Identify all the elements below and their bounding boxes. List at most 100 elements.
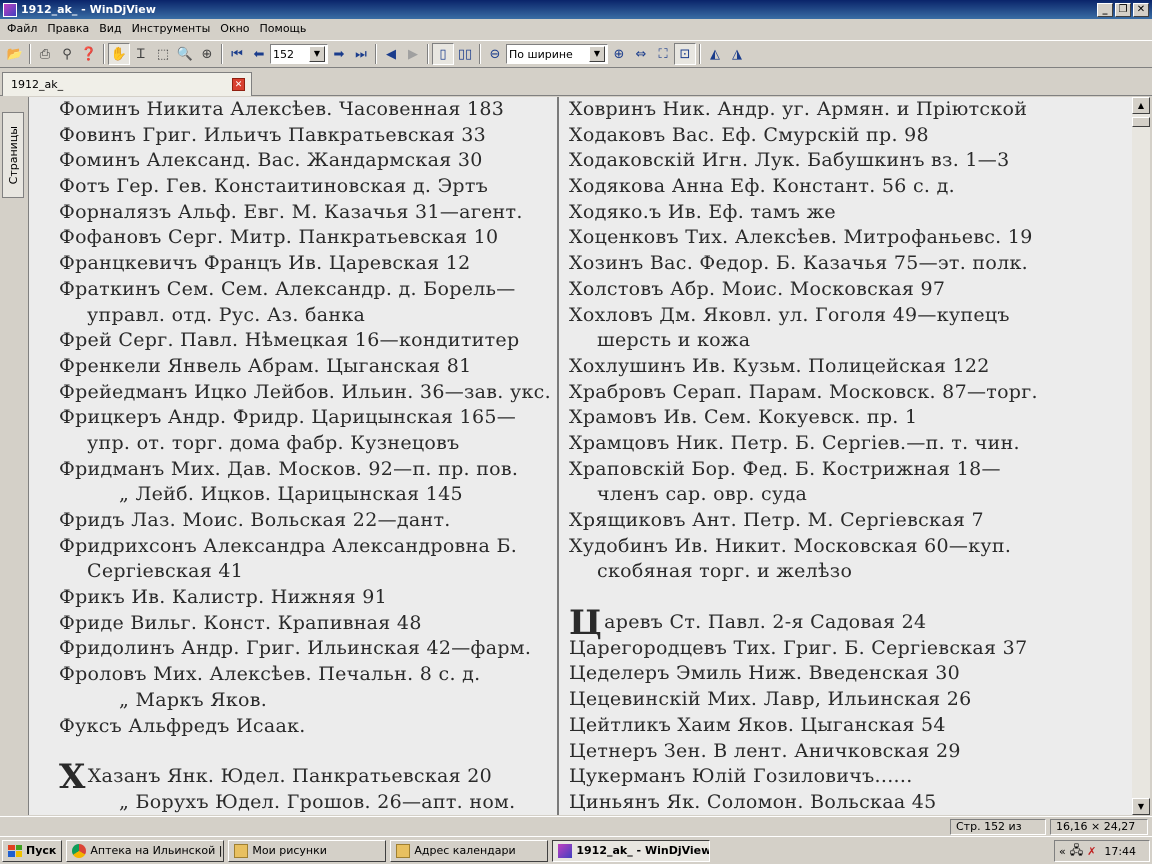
status-bar: Стр. 152 из 166 16,16 × 24,27 см [0, 816, 1152, 847]
rect-select-icon[interactable]: ⬚ [152, 43, 174, 65]
clock: 17:44 [1104, 844, 1137, 858]
print-icon[interactable]: ⎙ [34, 43, 56, 65]
fit-page-icon[interactable]: ⛶ [652, 43, 674, 65]
zoom-combo[interactable]: ▼ [506, 44, 608, 64]
directory-entry-line: Фовинъ Григ. Ильичъ Павкратьевская 33 [59, 123, 559, 149]
zoom-rect-icon[interactable]: 🔍 [174, 43, 196, 65]
facing-pages-icon[interactable]: ▯▯ [454, 43, 476, 65]
directory-entry-line: Холстовъ Абр. Моис. Московская 97 [569, 277, 1089, 303]
toolbar-separator [29, 44, 31, 64]
tray-expand-icon[interactable]: « [1059, 845, 1066, 858]
menu-edit[interactable]: Правка [42, 22, 94, 35]
entry-text: Фраткинъ Сем. Сем. Александр. д. Борель— [59, 277, 516, 300]
info-icon[interactable]: ❓ [78, 43, 100, 65]
document-view[interactable]: Фоминъ Никита Алексѣев. Часовенная 183 Фо… [28, 97, 1132, 815]
start-button[interactable]: Пуск [2, 839, 63, 862]
hand-tool-icon[interactable]: ✋ [108, 43, 130, 65]
directory-entry-line: Х Хазанъ Янк. Юдел. Панкратьевская 20 [59, 760, 559, 794]
document-tabs: 1912_ak_ ✕ [0, 70, 1152, 96]
folder-icon [234, 843, 249, 858]
windjview-app-icon [558, 843, 573, 858]
menu-help[interactable]: Помощь [255, 22, 312, 35]
close-button[interactable]: ✕ [1133, 2, 1149, 17]
directory-entry-line: Фрицкеръ Андр. Фридр. Царицынская 165— [59, 405, 559, 431]
directory-entry-line: управл. отд. Рус. Аз. банка [59, 303, 559, 329]
page-column-left: Фоминъ Никита Алексѣев. Часовенная 183 Фо… [59, 97, 559, 815]
network-icon[interactable]: 🖧 [1070, 841, 1083, 862]
start-label: Пуск [26, 844, 57, 857]
page-number-input[interactable] [271, 46, 309, 62]
taskbar-button-address[interactable]: Адрес календари [390, 839, 549, 862]
fit-width-icon[interactable]: ⇔ [630, 43, 652, 65]
directory-entry-line: Фраткинъ Сем. Сем. Александр. д. Борель— [59, 277, 559, 303]
pages-panel-tab[interactable]: Страницы [2, 112, 24, 198]
directory-entry-line: Ховринъ Ник. Андр. уг. Армян. и Пріютско… [569, 97, 1089, 123]
prev-page-icon[interactable]: ⬅ [248, 43, 270, 65]
menu-window[interactable]: Окно [215, 22, 254, 35]
actual-size-icon[interactable]: ⊡ [674, 43, 696, 65]
windjview-app-icon [3, 2, 17, 17]
directory-entry-line: Фридманъ Мих. Дав. Москов. 92—п. пр. пов… [59, 457, 559, 483]
taskbar-button-pictures[interactable]: Мои рисунки [228, 839, 387, 862]
taskbar-button-windjview[interactable]: 1912_ak_ - WinDjView [552, 839, 711, 862]
tab-document[interactable]: 1912_ak_ ✕ [2, 72, 252, 96]
find-binoculars-icon[interactable]: ⚲ [56, 43, 78, 65]
page-number-combo[interactable]: ▼ [270, 44, 328, 64]
taskbar-button-label: Аптека на Ильинской | ... [90, 844, 225, 857]
directory-entry-line: Худобинъ Ив. Никит. Московская 60—куп. [569, 534, 1089, 560]
directory-entry-line: Хохловъ Дм. Яковл. ул. Гоголя 49—купецъ [569, 303, 1089, 329]
vertical-scrollbar[interactable]: ▲ ▼ [1132, 97, 1150, 815]
restore-button[interactable]: ❐ [1115, 2, 1131, 17]
entry-text: Фрейедманъ Ицко Лейбов. Ильин. 36—зав. у… [59, 380, 551, 403]
menu-file[interactable]: Файл [2, 22, 42, 35]
entry-text: Фрицкеръ Андр. Фридр. Царицынская 165— [59, 406, 517, 429]
entry-text: Фрей Серг. Павл. Нѣмецкая 16—кондититер [59, 329, 520, 352]
last-page-icon[interactable]: ⏭ [350, 43, 372, 65]
open-folder-icon[interactable]: 📂 [4, 43, 26, 65]
first-page-icon[interactable]: ⏮ [226, 43, 248, 65]
entry-text: Холстовъ Абр. Моис. Московская 97 [569, 277, 946, 300]
entry-text: Фофановъ Серг. Митр. Панкратьевская 10 [59, 226, 499, 249]
scroll-up-icon[interactable]: ▲ [1132, 97, 1150, 114]
scroll-down-icon[interactable]: ▼ [1132, 798, 1150, 815]
scroll-thumb[interactable] [1132, 117, 1150, 127]
tab-close-icon[interactable]: ✕ [232, 78, 245, 91]
back-icon[interactable]: ◀ [380, 43, 402, 65]
directory-entry-line: Циньянъ Як. Соломон. Вольскаа 45 [569, 790, 1089, 815]
zoom-in-icon[interactable]: ⊕ [608, 43, 630, 65]
directory-entry-line: Цукерманъ Юлій Гозиловичъ...... [569, 764, 1089, 790]
forward-icon[interactable]: ▶ [402, 43, 424, 65]
chevron-down-icon[interactable]: ▼ [589, 46, 605, 62]
taskbar-button-label: Адрес календари [414, 844, 516, 857]
menu-tools[interactable]: Инструменты [127, 22, 216, 35]
taskbar-button-browser[interactable]: Аптека на Ильинской | ... [66, 839, 225, 862]
directory-entry-line: Царевъ Ст. Павл. 2-я Садовая 24 [569, 606, 1089, 640]
directory-entry-line: Фроловъ Мих. Алексѣев. Печальн. 8 с. д. [59, 662, 559, 688]
directory-entry-line: Хозинъ Вас. Федор. Б. Казачья 75—эт. пол… [569, 251, 1089, 277]
directory-entry-line: Ходаковъ Вас. Еф. Смурскій пр. 98 [569, 123, 1089, 149]
entry-text: Цейтликъ Хаим Яков. Цыганская 54 [569, 713, 946, 736]
single-page-icon[interactable]: ▯ [432, 43, 454, 65]
directory-entry-line: Хохлушинъ Ив. Кузьм. Полицейская 122 [569, 354, 1089, 380]
directory-entry-line: Фрикъ Ив. Калистр. Нижняя 91 [59, 585, 559, 611]
directory-entry-line: членъ сар. овр. суда [569, 482, 1089, 508]
directory-entry-line: Фридрихсонъ Александра Александровна Б. [59, 534, 559, 560]
minimize-button[interactable]: _ [1097, 2, 1113, 17]
zoom-out-icon[interactable]: ⊖ [484, 43, 506, 65]
text-select-icon[interactable]: Ꮖ [130, 43, 152, 65]
rotate-left-icon[interactable]: ◭ [704, 43, 726, 65]
title-bar: 1912_ak_ - WinDjView _ ❐ ✕ [0, 0, 1152, 19]
tray-alert-icon[interactable]: ✗ [1087, 845, 1096, 858]
next-page-icon[interactable]: ➡ [328, 43, 350, 65]
directory-entry-line: Фридъ Лаз. Моис. Вольская 22—дант. [59, 508, 559, 534]
entry-text: Фоминъ Александ. Вас. Жандармская 30 [59, 149, 483, 172]
menu-view[interactable]: Вид [94, 22, 126, 35]
window-controls: _ ❐ ✕ [1097, 2, 1149, 17]
zoom-input[interactable] [507, 46, 589, 62]
entry-text: скобяная торг. и желѣзо [597, 560, 853, 583]
entry-text: Ходяко.ъ Ив. Еф. тамъ же [569, 200, 836, 223]
rotate-right-icon[interactable]: ◮ [726, 43, 748, 65]
magnifier-icon[interactable]: ⊕ [196, 43, 218, 65]
directory-entry-line: Ходяко.ъ Ив. Еф. тамъ же [569, 200, 1089, 226]
chevron-down-icon[interactable]: ▼ [309, 46, 325, 62]
